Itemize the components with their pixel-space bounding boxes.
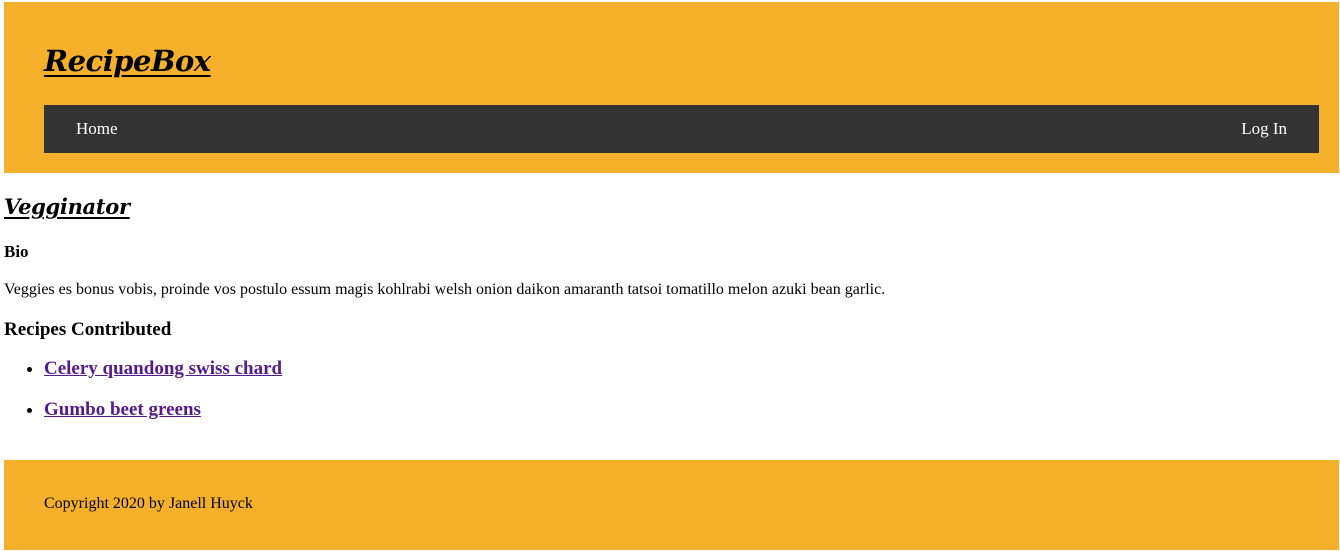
profile-name: Vegginator — [4, 194, 130, 219]
list-item: Celery quandong swiss chard — [44, 358, 282, 399]
site-footer: Copyright 2020 by Janell Huyck — [4, 460, 1339, 550]
recipe-link[interactable]: Gumbo beet greens — [44, 399, 201, 420]
recipe-list: Celery quandong swiss chard Gumbo beet g… — [4, 358, 282, 440]
brand-logo-link[interactable]: RecipeBox — [44, 44, 211, 78]
recipe-link[interactable]: Celery quandong swiss chard — [44, 358, 282, 379]
list-item: Gumbo beet greens — [44, 399, 282, 440]
bio-text: Veggies es bonus vobis, proinde vos post… — [4, 281, 886, 298]
recipes-heading: Recipes Contributed — [4, 319, 172, 340]
site-header: RecipeBox Home Log In — [4, 2, 1339, 173]
main-navbar: Home Log In — [44, 105, 1319, 153]
nav-login-link[interactable]: Log In — [1241, 119, 1287, 139]
nav-home-link[interactable]: Home — [76, 119, 118, 139]
bio-heading: Bio — [4, 242, 29, 261]
copyright-text: Copyright 2020 by Janell Huyck — [44, 495, 253, 512]
main-content: Vegginator Bio Veggies es bonus vobis, p… — [4, 173, 1339, 460]
page: RecipeBox Home Log In Vegginator Bio Veg… — [4, 2, 1339, 550]
